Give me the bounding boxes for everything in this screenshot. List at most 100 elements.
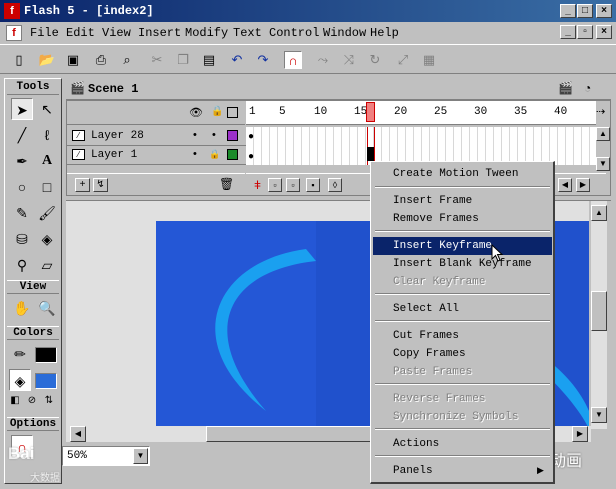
- menu-item-insert-keyframe[interactable]: Insert Keyframe: [373, 237, 552, 255]
- dropper-tool-icon[interactable]: ⚲: [11, 254, 33, 276]
- frame-grid[interactable]: ● ●: [246, 127, 596, 165]
- visibility-dot-icon[interactable]: •: [193, 148, 197, 160]
- print-icon[interactable]: ⎙: [92, 51, 110, 69]
- keyframe-dot[interactable]: ●: [248, 151, 254, 162]
- add-layer-icon[interactable]: +: [75, 178, 90, 192]
- title-bar[interactable]: f Flash 5 - [index2] _ □ ×: [0, 0, 616, 22]
- maximize-button[interactable]: □: [577, 4, 593, 18]
- frame-view-menu-icon[interactable]: ⇢: [596, 105, 605, 118]
- center-frame-icon[interactable]: ǂ: [254, 178, 261, 192]
- edit-multiple-frames-icon[interactable]: ▪: [306, 178, 320, 192]
- eraser-tool-icon[interactable]: ▱: [36, 254, 58, 276]
- menu-item-insert-frame[interactable]: Insert Frame: [373, 192, 552, 210]
- layer-row[interactable]: ⁄ Layer 28 • •: [67, 127, 247, 146]
- keyframe-dot[interactable]: ●: [248, 131, 254, 142]
- playhead[interactable]: [366, 102, 375, 122]
- doc-restore-button[interactable]: ▫: [577, 25, 593, 39]
- stage-vscroll-thumb[interactable]: [591, 291, 607, 331]
- menu-item-create-motion-tween[interactable]: Create Motion Tween: [373, 165, 552, 183]
- copy-icon[interactable]: ❐: [174, 51, 192, 69]
- menu-file[interactable]: File: [30, 26, 59, 40]
- stage-scroll-left[interactable]: ◀: [70, 426, 86, 442]
- pencil-tool-icon[interactable]: ✎: [11, 202, 33, 224]
- zoom-dropdown-arrow-icon[interactable]: ▼: [133, 448, 148, 464]
- straighten-icon[interactable]: ⤨: [340, 51, 358, 69]
- scale-icon[interactable]: ⤢: [394, 51, 412, 69]
- zoom-select[interactable]: 50% ▼: [62, 446, 150, 466]
- undo-icon[interactable]: ↶: [228, 51, 246, 69]
- redo-icon[interactable]: ↷: [254, 51, 272, 69]
- delete-layer-icon[interactable]: 🗑: [219, 177, 234, 191]
- selected-frame[interactable]: [367, 147, 374, 161]
- rectangle-tool-icon[interactable]: □: [36, 176, 58, 198]
- timeline-scroll-down[interactable]: ▼: [596, 157, 610, 171]
- new-file-icon[interactable]: ▯: [10, 51, 28, 69]
- menu-item-panels[interactable]: Panels: [373, 462, 552, 480]
- fill-color-swatch[interactable]: [35, 373, 57, 389]
- onion-skin-outlines-icon[interactable]: ▫: [286, 178, 300, 192]
- menu-item-remove-frames[interactable]: Remove Frames: [373, 210, 552, 228]
- add-guide-layer-icon[interactable]: ↯: [93, 178, 108, 192]
- onion-skin-icon[interactable]: ▫: [268, 178, 282, 192]
- no-color-icon[interactable]: ⊘: [24, 393, 40, 409]
- stage-vscrollbar[interactable]: ▲ ▼: [591, 201, 607, 429]
- stage-scroll-right[interactable]: ▶: [572, 426, 588, 442]
- oval-tool-icon[interactable]: ○: [11, 176, 33, 198]
- print-preview-icon[interactable]: ⌕: [118, 51, 136, 69]
- open-icon[interactable]: 📂: [38, 51, 56, 69]
- paint-bucket-tool-icon[interactable]: ◈: [36, 228, 58, 250]
- smooth-icon[interactable]: ⤳: [314, 51, 332, 69]
- lock-icon[interactable]: 🔒: [209, 149, 220, 160]
- layer-name[interactable]: Layer 1: [91, 149, 137, 161]
- doc-minimize-button[interactable]: _: [560, 25, 576, 39]
- ink-bottle-tool-icon[interactable]: ⛁: [11, 228, 33, 250]
- visibility-dot-icon[interactable]: •: [193, 129, 197, 141]
- stage-hscroll-thumb[interactable]: [206, 426, 376, 442]
- frame-ruler[interactable]: 1 5 10 15 20 25 30 35 40: [246, 101, 596, 125]
- menu-item-insert-blank-keyframe[interactable]: Insert Blank Keyframe: [373, 255, 552, 273]
- lock-all-icon[interactable]: 🔒: [211, 106, 223, 117]
- menu-insert[interactable]: Insert: [138, 26, 181, 40]
- menu-view[interactable]: View: [102, 26, 131, 40]
- menu-control[interactable]: Control: [269, 26, 319, 40]
- menu-help[interactable]: Help: [370, 26, 399, 40]
- text-tool-icon[interactable]: A: [36, 150, 58, 172]
- cut-icon[interactable]: ✂: [148, 51, 166, 69]
- pen-tool-icon[interactable]: ✒: [11, 150, 33, 172]
- stroke-color-swatch[interactable]: [35, 347, 57, 363]
- stage-scroll-down[interactable]: ▼: [591, 407, 607, 423]
- hand-tool-icon[interactable]: ✋: [11, 297, 33, 319]
- menu-item-select-all[interactable]: Select All: [373, 300, 552, 318]
- minimize-button[interactable]: _: [560, 4, 576, 18]
- timeline-scroll-right[interactable]: ▶: [576, 178, 590, 192]
- modify-onion-markers-icon[interactable]: ◊: [328, 178, 342, 192]
- layer-name[interactable]: Layer 28: [91, 130, 144, 142]
- lock-dot-icon[interactable]: •: [212, 129, 216, 141]
- edit-scene-icon[interactable]: 🎬: [558, 81, 573, 95]
- doc-close-button[interactable]: ×: [596, 25, 612, 39]
- edit-symbol-icon[interactable]: ◔: [584, 81, 591, 95]
- document-icon[interactable]: f: [6, 25, 22, 41]
- align-icon[interactable]: ▦: [420, 51, 438, 69]
- layer-outline-color[interactable]: [227, 130, 238, 141]
- rotate-icon[interactable]: ↻: [366, 51, 384, 69]
- arrow-tool-icon[interactable]: ➤: [11, 98, 33, 120]
- layer-row[interactable]: ⁄ Layer 1 • 🔒: [67, 146, 247, 165]
- subselect-tool-icon[interactable]: ↖: [36, 98, 58, 120]
- menu-edit[interactable]: Edit: [66, 26, 95, 40]
- layer-outline-color[interactable]: [227, 149, 238, 160]
- timeline-scroll-left[interactable]: ◀: [558, 178, 572, 192]
- menu-modify[interactable]: Modify: [185, 26, 228, 40]
- line-tool-icon[interactable]: ╱: [11, 124, 33, 146]
- menu-item-copy-frames[interactable]: Copy Frames: [373, 345, 552, 363]
- outline-all-icon[interactable]: [227, 107, 238, 118]
- default-colors-icon[interactable]: ◧: [7, 393, 23, 409]
- stage-scroll-up[interactable]: ▲: [591, 205, 607, 221]
- menu-text[interactable]: Text: [233, 26, 262, 40]
- menu-window[interactable]: Window: [323, 26, 366, 40]
- brush-tool-icon[interactable]: 🖌: [36, 202, 58, 224]
- lasso-tool-icon[interactable]: ℓ: [36, 124, 58, 146]
- menu-item-cut-frames[interactable]: Cut Frames: [373, 327, 552, 345]
- close-button[interactable]: ×: [596, 4, 612, 18]
- show-hide-eye-icon[interactable]: 👁: [189, 106, 203, 119]
